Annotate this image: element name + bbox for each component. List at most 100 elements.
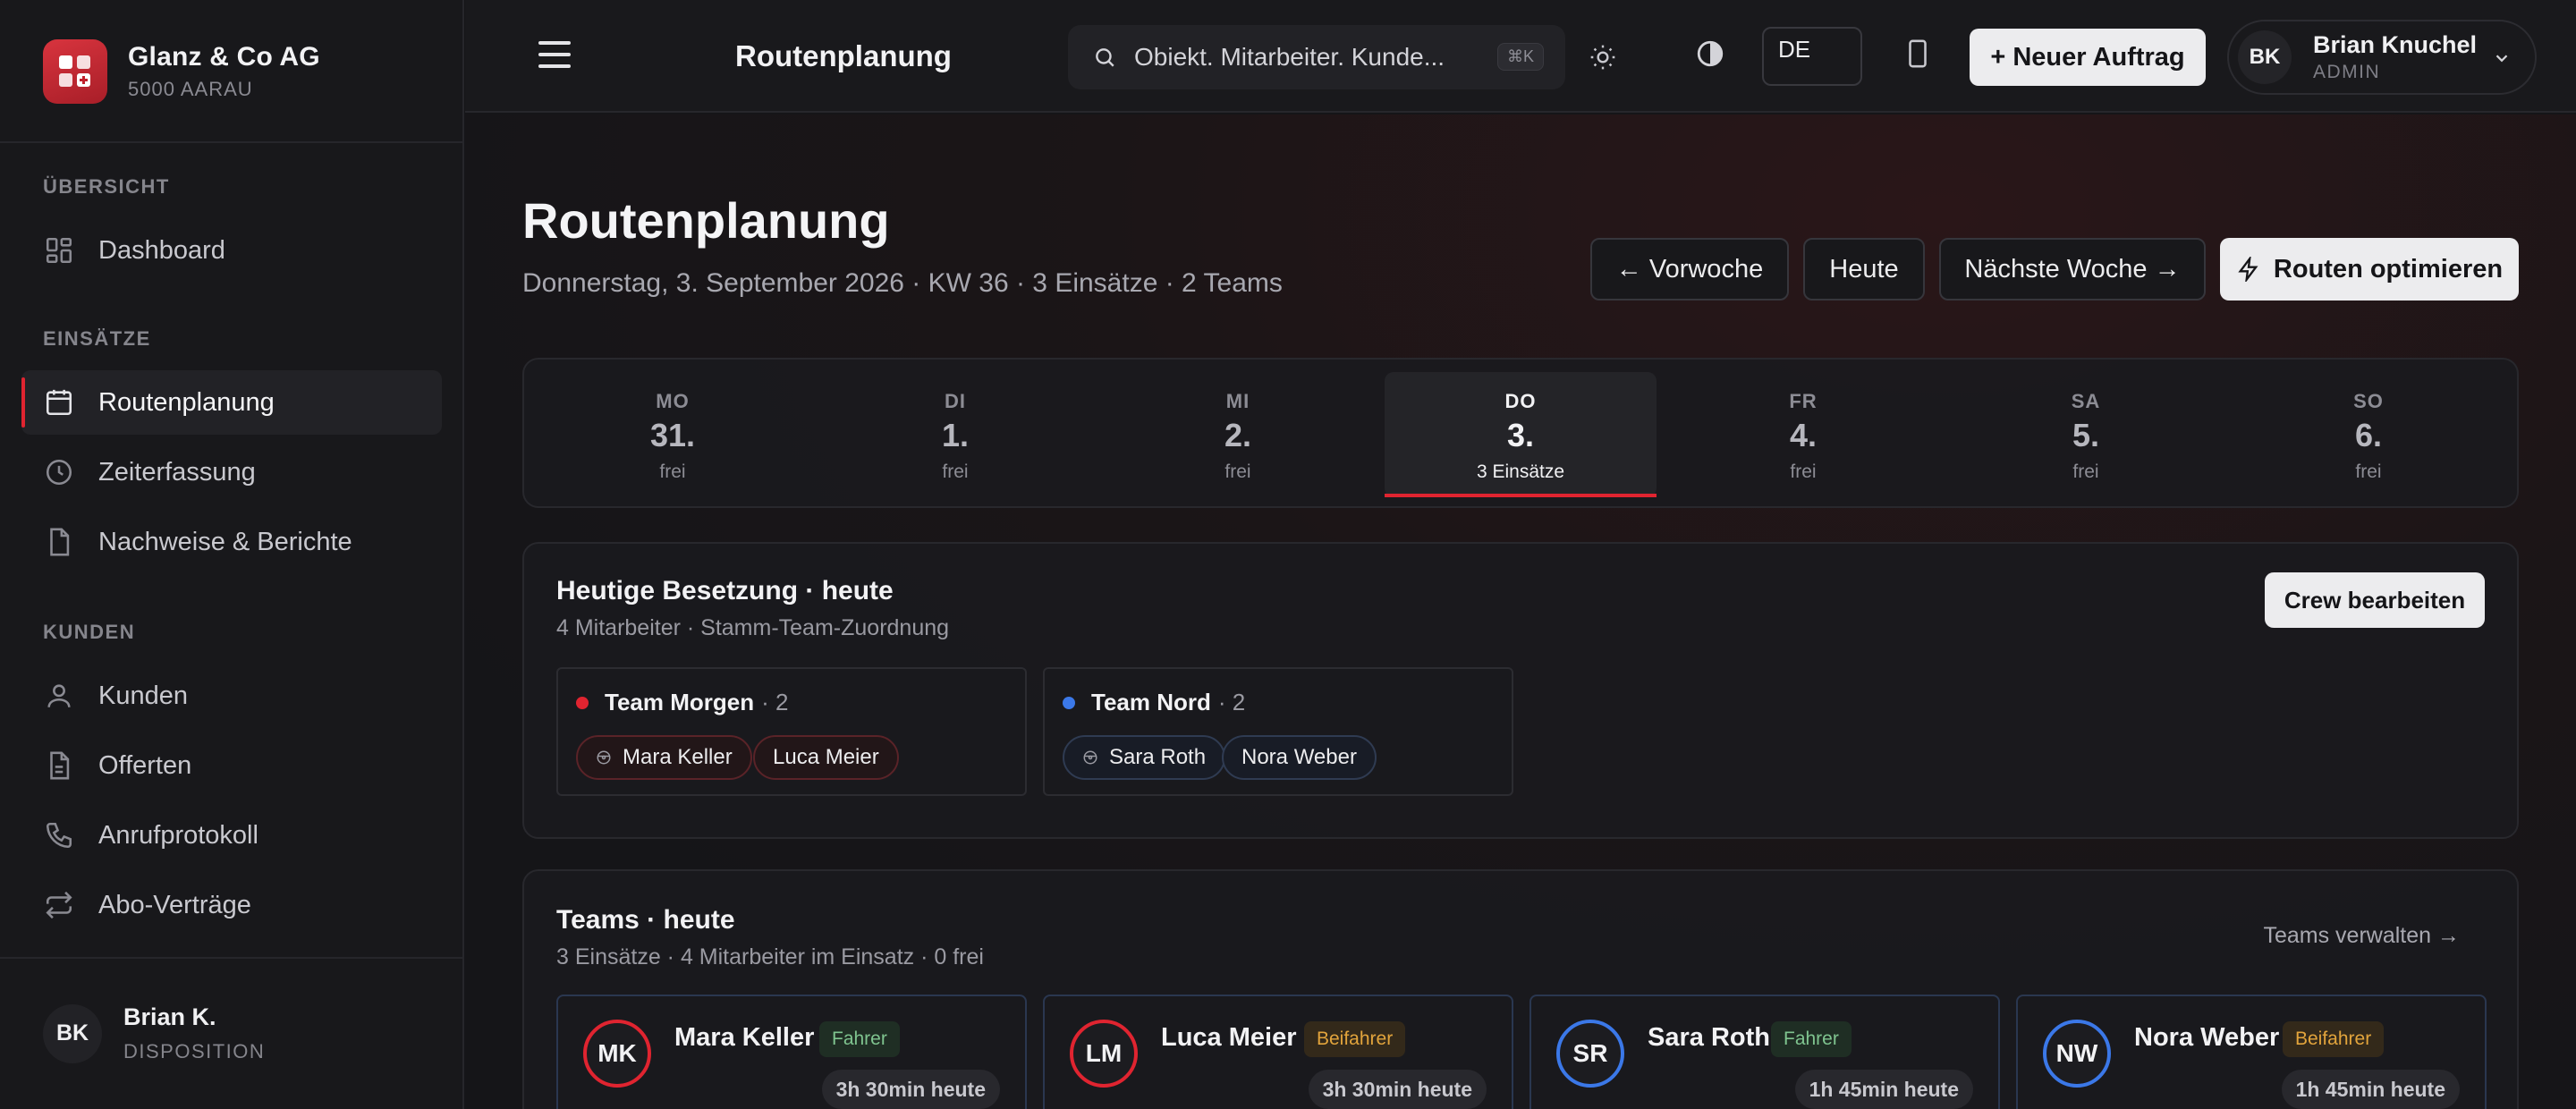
sidebar-item-label: Abo-Verträge — [98, 890, 251, 919]
day-status: 3 Einsätze — [1476, 461, 1565, 482]
teams-today-card: Teams · heute 3 Einsätze · 4 Mitarbeiter… — [522, 869, 2519, 1109]
member-card[interactable]: NW Nora Weber Beifahrer 1h 45min heute — [2016, 995, 2487, 1109]
day-number: 1. — [941, 417, 970, 453]
sidebar-item-kunden[interactable]: Kunden — [21, 664, 442, 728]
day-status: frei — [1790, 461, 1817, 482]
sidebar-item-abo-vertraege[interactable]: Abo-Verträge — [21, 873, 442, 937]
team-count: · 2 — [1217, 689, 1246, 715]
team-color-dot — [576, 696, 589, 709]
member-name: Sara Roth — [1648, 1023, 1770, 1052]
staffing-card: Heutige Besetzung · heute 4 Mitarbeiter … — [522, 542, 2519, 839]
dashboard-icon — [43, 234, 75, 267]
optimize-routes-label: Routen optimieren — [2273, 254, 2504, 284]
next-week-button[interactable]: Nächste Woche → — [1939, 238, 2206, 301]
brand-location: 5000 AARAU — [128, 78, 253, 100]
day-saturday[interactable]: SA 5. frei — [1950, 372, 2222, 497]
member-chip-label: Sara Roth — [1109, 745, 1207, 769]
day-status: frei — [942, 461, 969, 482]
day-abbr: MO — [656, 390, 690, 412]
day-abbr: MI — [1225, 390, 1250, 412]
menu-icon[interactable] — [538, 41, 571, 68]
member-chip-label: Luca Meier — [773, 745, 879, 769]
member-chip-label: Mara Keller — [623, 745, 733, 769]
team-color-dot — [1063, 696, 1075, 709]
language-select[interactable]: DE — [1762, 27, 1862, 86]
sidebar-item-routenplanung[interactable]: Routenplanung — [21, 370, 442, 435]
member-card[interactable]: LM Luca Meier Beifahrer 3h 30min heute — [1043, 995, 1513, 1109]
role-badge: Fahrer — [1771, 1021, 1852, 1057]
day-monday[interactable]: MO 31. frei — [537, 372, 809, 497]
sidebar-user[interactable]: BK Brian K. DISPOSITION — [43, 1003, 265, 1063]
sidebar-divider — [0, 141, 464, 143]
topbar-title: Routenplanung — [735, 39, 952, 72]
sidebar-item-zeiterfassung[interactable]: Zeiterfassung — [21, 440, 442, 504]
team-box-morgen: Team Morgen · 2 Mara Keller Luca Meier — [556, 667, 1027, 796]
avatar: SR — [1556, 1020, 1624, 1088]
contrast-icon[interactable] — [1692, 36, 1728, 72]
theme-sun-icon[interactable] — [1585, 39, 1621, 75]
day-status: frei — [2072, 461, 2099, 482]
search-input[interactable]: Obiekt. Mitarbeiter. Kunde... ⌘K — [1068, 25, 1565, 89]
team-name: Team Nord — [1091, 689, 1211, 715]
team-name: Team Morgen — [605, 689, 755, 715]
day-status: frei — [1224, 461, 1251, 482]
today-button[interactable]: Heute — [1803, 238, 1925, 301]
lightning-icon — [2238, 257, 2258, 282]
day-number: 5. — [2072, 417, 2100, 453]
avatar: BK — [43, 1003, 102, 1063]
search-shortcut: ⌘K — [1496, 43, 1544, 71]
sidebar-item-label: Nachweise & Berichte — [98, 527, 352, 556]
sidebar-item-dashboard[interactable]: Dashboard — [21, 218, 442, 283]
day-friday[interactable]: FR 4. frei — [1667, 372, 1939, 497]
sidebar-item-label: Routenplanung — [98, 387, 275, 417]
day-wednesday[interactable]: MI 2. frei — [1102, 372, 1374, 497]
user-icon — [43, 680, 75, 712]
day-tuesday[interactable]: DI 1. frei — [819, 372, 1091, 497]
member-chip[interactable]: Mara Keller — [576, 735, 752, 780]
avatar: MK — [583, 1020, 651, 1088]
member-chip[interactable]: Sara Roth — [1063, 735, 1226, 780]
day-status: frei — [659, 461, 686, 482]
sidebar-item-label: Kunden — [98, 681, 188, 710]
day-thursday[interactable]: DO 3. 3 Einsätze — [1385, 372, 1657, 497]
day-abbr: SA — [2071, 390, 2101, 412]
mobile-icon[interactable] — [1900, 36, 1936, 72]
sidebar-item-offerten[interactable]: Offerten — [21, 733, 442, 798]
sidebar: Glanz & Co AG 5000 AARAU ÜBERSICHT Dashb… — [0, 0, 464, 1109]
optimize-routes-button[interactable]: Routen optimieren — [2220, 238, 2519, 301]
member-chip[interactable]: Nora Weber — [1222, 735, 1377, 780]
sidebar-item-nachweise[interactable]: Nachweise & Berichte — [21, 510, 442, 574]
sidebar-item-anrufprotokoll[interactable]: Anrufprotokoll — [21, 803, 442, 868]
avatar: BK — [2238, 30, 2292, 84]
avatar: LM — [1070, 1020, 1138, 1088]
member-chip[interactable]: Luca Meier — [753, 735, 899, 780]
file-text-icon — [43, 749, 75, 782]
new-order-button[interactable]: + Neuer Auftrag — [1970, 29, 2206, 86]
manage-teams-link[interactable]: Teams verwalten → — [2263, 923, 2460, 949]
member-card[interactable]: SR Sara Roth Fahrer 1h 45min heute — [1530, 995, 2000, 1109]
role-badge: Beifahrer — [1304, 1021, 1406, 1057]
sidebar-user-role: DISPOSITION — [123, 1040, 266, 1062]
day-sunday[interactable]: SO 6. frei — [2233, 372, 2504, 497]
previous-week-button[interactable]: ← Vorwoche — [1590, 238, 1789, 301]
document-icon — [43, 526, 75, 558]
week-strip: MO 31. frei DI 1. frei MI 2. frei DO 3. … — [522, 358, 2519, 508]
day-number: 2. — [1224, 417, 1252, 453]
time-badge: 1h 45min heute — [1794, 1070, 1973, 1109]
main-content: Routenplanung Donnerstag, 3. September 2… — [465, 114, 2576, 1109]
team-box-nord: Team Nord · 2 Sara Roth Nora Weber — [1043, 667, 1513, 796]
edit-crew-button[interactable]: Crew bearbeiten — [2265, 572, 2485, 628]
teams-today-title: Teams · heute — [556, 905, 735, 935]
page-subtitle: Donnerstag, 3. September 2026 · KW 36 · … — [522, 268, 1283, 298]
brand[interactable]: Glanz & Co AG 5000 AARAU — [43, 39, 320, 104]
day-number: 4. — [1789, 417, 1818, 453]
member-card[interactable]: MK Mara Keller Fahrer 3h 30min heute — [556, 995, 1027, 1109]
sidebar-divider — [0, 957, 464, 959]
brand-name: Glanz & Co AG — [128, 42, 320, 72]
nav-section-assignments: EINSÄTZE — [43, 327, 151, 350]
team-count: · 2 — [761, 689, 789, 715]
driver-icon — [597, 750, 611, 765]
user-menu[interactable]: BK Brian Knuchel ADMIN — [2227, 20, 2537, 95]
sidebar-item-label: Dashboard — [98, 235, 225, 265]
member-chip-label: Nora Weber — [1241, 745, 1357, 769]
